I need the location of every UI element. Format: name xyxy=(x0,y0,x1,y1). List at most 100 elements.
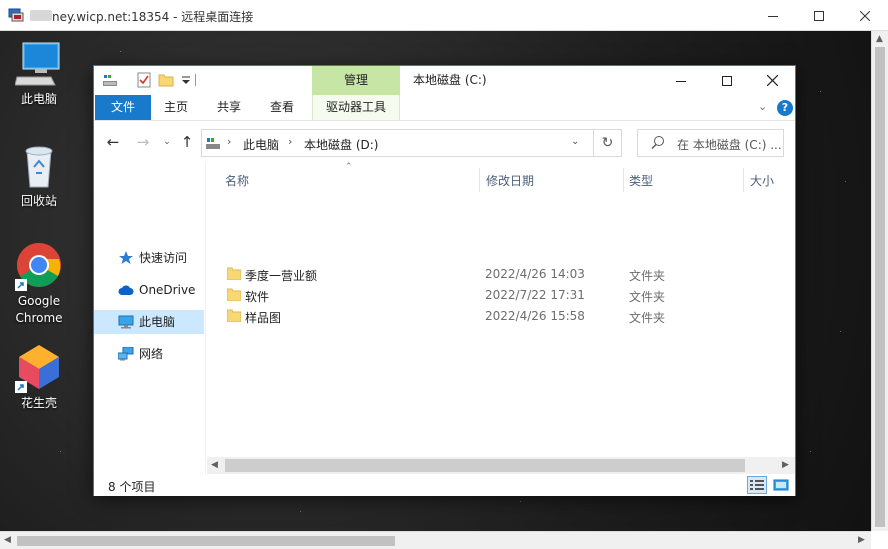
remote-vertical-scrollbar[interactable]: ▲ xyxy=(871,31,888,531)
drive-icon xyxy=(103,75,117,86)
address-dropdown-icon[interactable]: ⌄ xyxy=(571,136,579,147)
computer-icon xyxy=(14,39,63,87)
scrollbar-thumb[interactable] xyxy=(17,536,395,546)
desktop-icon-label: 花生壳 xyxy=(20,396,57,410)
help-icon[interactable]: ? xyxy=(777,100,793,116)
scroll-right-icon[interactable]: ▶ xyxy=(782,460,789,470)
navigation-bar: ← → ⌄ ↑ › 此电脑 › 本地磁盘 (D:) ⌄ ↻ 在 本地磁盘 (C:… xyxy=(94,122,795,162)
file-name: 样品图 xyxy=(245,311,282,325)
rdp-title-bar: ney.wicp.net:18354 - 远程桌面连接 xyxy=(0,0,888,31)
tab-file[interactable]: 文件 xyxy=(95,95,151,120)
table-row[interactable]: 样品图 2022/4/26 15:58 文件夹 xyxy=(207,306,795,327)
file-explorer-window: 管理 本地磁盘 (C:) 文件 主页 共享 查看 驱动器工具 ⌄ ? ← → ⌄… xyxy=(93,65,796,496)
desktop-icon-chrome[interactable]: Google Chrome xyxy=(1,241,77,327)
tab-view[interactable]: 查看 xyxy=(262,95,302,120)
desktop-icon-peanut-shell[interactable]: 花生壳 xyxy=(1,343,77,412)
breadcrumb-drive[interactable]: 本地磁盘 (D:) xyxy=(304,136,378,153)
minimize-icon xyxy=(768,15,778,17)
expand-ribbon-icon[interactable]: ⌄ xyxy=(758,100,767,113)
large-icons-view-icon xyxy=(773,479,789,491)
column-header-date[interactable]: 修改日期 xyxy=(486,172,534,189)
nav-this-pc[interactable]: 此电脑 xyxy=(94,310,204,334)
breadcrumb-arrow-icon: › xyxy=(227,135,232,148)
search-box[interactable]: 在 本地磁盘 (C:) ... xyxy=(637,129,784,157)
file-date: 2022/4/26 14:03 xyxy=(485,267,585,281)
nav-network[interactable]: 网络 xyxy=(94,342,204,366)
tab-drive-tools[interactable]: 驱动器工具 xyxy=(312,95,400,120)
chrome-icon xyxy=(15,241,63,291)
desktop-icon-label: 回收站 xyxy=(20,194,57,208)
file-type: 文件夹 xyxy=(629,269,666,283)
scroll-left-icon[interactable]: ◀ xyxy=(4,535,11,545)
refresh-icon: ↻ xyxy=(601,135,614,151)
this-pc-icon xyxy=(206,138,220,149)
cloud-icon xyxy=(118,285,134,295)
back-button[interactable]: ← xyxy=(104,133,122,151)
refresh-button[interactable]: ↻ xyxy=(594,129,622,157)
close-icon xyxy=(766,75,778,86)
breadcrumb-this-pc[interactable]: 此电脑 xyxy=(243,136,279,153)
large-icons-view-button[interactable] xyxy=(771,476,791,494)
table-row[interactable]: 季度一营业额 2022/4/26 14:03 文件夹 xyxy=(207,264,795,285)
breadcrumb-arrow-icon: › xyxy=(288,135,293,148)
recycle-bin-icon xyxy=(15,141,63,189)
new-folder-icon[interactable] xyxy=(158,72,174,88)
ribbon-tabs: 文件 主页 共享 查看 驱动器工具 ⌄ ? xyxy=(94,95,795,121)
sort-ascending-icon: ⌃ xyxy=(345,162,353,172)
scroll-right-icon[interactable]: ▶ xyxy=(858,535,865,545)
manage-tab-group[interactable]: 管理 xyxy=(312,66,400,95)
minimize-button[interactable] xyxy=(750,0,796,31)
forward-arrow-icon: → xyxy=(136,133,150,151)
search-placeholder: 在 本地磁盘 (C:) ... xyxy=(677,138,782,152)
tab-share[interactable]: 共享 xyxy=(209,95,249,120)
file-date: 2022/7/22 17:31 xyxy=(485,288,585,302)
network-icon xyxy=(118,347,134,361)
file-type: 文件夹 xyxy=(629,290,666,304)
search-icon xyxy=(651,136,664,149)
recent-locations-button[interactable]: ⌄ xyxy=(158,133,176,151)
nav-item-label: 快速访问 xyxy=(139,251,188,265)
nav-item-label: 网络 xyxy=(139,347,164,361)
scroll-left-icon[interactable]: ◀ xyxy=(211,460,218,470)
star-icon xyxy=(119,251,133,264)
details-view-button[interactable] xyxy=(747,476,767,494)
scroll-up-icon[interactable]: ▲ xyxy=(876,34,883,44)
back-arrow-icon: ← xyxy=(106,133,120,151)
folder-icon xyxy=(227,267,241,280)
close-button[interactable] xyxy=(842,0,888,31)
explorer-close-button[interactable] xyxy=(749,66,795,95)
explorer-maximize-button[interactable] xyxy=(704,66,750,95)
redacted-host xyxy=(30,10,52,21)
file-name: 软件 xyxy=(245,290,270,304)
nav-item-label: 此电脑 xyxy=(139,315,176,329)
column-header-size[interactable]: 大小 xyxy=(750,172,774,189)
file-date: 2022/4/26 15:58 xyxy=(485,309,585,323)
file-list-horizontal-scrollbar[interactable]: ◀ ▶ xyxy=(207,457,795,474)
nav-onedrive[interactable]: OneDrive xyxy=(94,278,204,302)
desktop-icon-recycle-bin[interactable]: 回收站 xyxy=(1,141,77,210)
desktop-icon-label: Google Chrome xyxy=(15,294,63,325)
column-header-type[interactable]: 类型 xyxy=(629,172,653,189)
address-bar[interactable]: › 此电脑 › 本地磁盘 (D:) ⌄ xyxy=(201,129,594,157)
nav-quick-access[interactable]: 快速访问 xyxy=(94,246,204,270)
scrollbar-thumb[interactable] xyxy=(875,47,885,527)
desktop-icon-this-pc[interactable]: 此电脑 xyxy=(1,39,77,108)
table-row[interactable]: 软件 2022/7/22 17:31 文件夹 xyxy=(207,285,795,306)
up-button[interactable]: ↑ xyxy=(178,133,196,151)
monitor-icon xyxy=(118,315,134,329)
scrollbar-thumb[interactable] xyxy=(225,459,745,472)
forward-button[interactable]: → xyxy=(134,133,152,151)
peanut-shell-icon xyxy=(15,343,63,393)
tab-home[interactable]: 主页 xyxy=(156,95,196,120)
remote-horizontal-scrollbar[interactable]: ◀ ▶ xyxy=(0,531,871,549)
maximize-button[interactable] xyxy=(796,0,842,31)
up-arrow-icon: ↑ xyxy=(180,133,194,151)
explorer-minimize-button[interactable] xyxy=(658,66,704,95)
status-bar: 8 个项目 xyxy=(94,475,795,496)
column-header-name[interactable]: 名称 xyxy=(225,172,249,189)
details-view-icon xyxy=(750,480,764,490)
customize-toolbar-icon[interactable] xyxy=(178,72,194,88)
desktop-icon-label: 此电脑 xyxy=(20,92,57,106)
properties-icon[interactable] xyxy=(136,72,152,88)
folder-icon xyxy=(227,309,241,322)
